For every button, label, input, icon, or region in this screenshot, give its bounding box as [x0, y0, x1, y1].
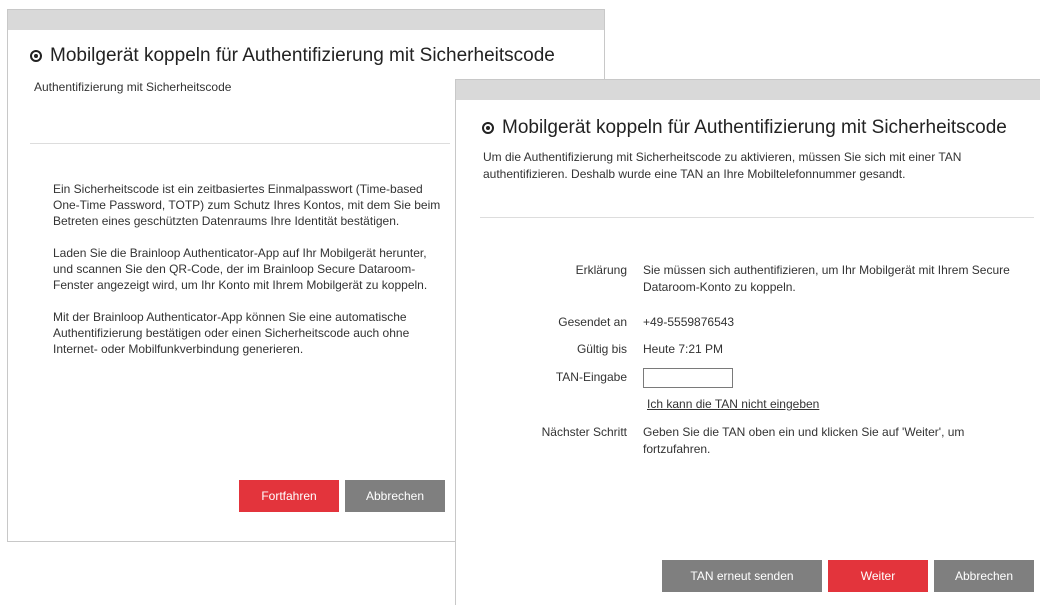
cannot-enter-tan-link[interactable]: Ich kann die TAN nicht eingeben: [647, 397, 819, 411]
next-step-label: Nächster Schritt: [541, 425, 627, 439]
dialog-front: Mobilgerät koppeln für Authentifizierung…: [455, 79, 1040, 605]
explanation-label: Erklärung: [575, 263, 627, 277]
dialog-front-title: Mobilgerät koppeln für Authentifizierung…: [482, 117, 1007, 139]
dialog-back-title: Mobilgerät koppeln für Authentifizierung…: [30, 45, 555, 67]
dialog-back-subtitle: Authentifizierung mit Sicherheitscode: [34, 80, 232, 94]
cancel-button-back[interactable]: Abbrechen: [345, 480, 445, 512]
next-button[interactable]: Weiter: [828, 560, 928, 592]
dialog-front-divider: [480, 217, 1034, 218]
resend-tan-button[interactable]: TAN erneut senden: [662, 560, 822, 592]
radio-target-icon: [482, 122, 494, 134]
explanation-value: Sie müssen sich authentifizieren, um Ihr…: [643, 263, 1010, 294]
dialog-front-header-bar: [456, 80, 1040, 100]
continue-button[interactable]: Fortfahren: [239, 480, 339, 512]
radio-target-icon: [30, 50, 42, 62]
dialog-front-title-text: Mobilgerät koppeln für Authentifizierung…: [502, 117, 1007, 138]
cancel-button-front[interactable]: Abbrechen: [934, 560, 1034, 592]
intro-paragraph-2: Laden Sie die Brainloop Authenticator-Ap…: [53, 246, 428, 292]
next-step-value: Geben Sie die TAN oben ein und klicken S…: [643, 425, 965, 456]
dialog-front-intro: Um die Authentifizierung mit Sicherheits…: [483, 150, 962, 181]
valid-until-value: Heute 7:21 PM: [643, 342, 724, 356]
sent-to-label: Gesendet an: [558, 315, 627, 329]
tan-label: TAN-Eingabe: [555, 370, 627, 384]
dialog-back-divider: [30, 143, 450, 144]
dialog-back-title-text: Mobilgerät koppeln für Authentifizierung…: [50, 45, 555, 66]
valid-until-label: Gültig bis: [576, 342, 627, 356]
intro-paragraph-3: Mit der Brainloop Authenticator-App könn…: [53, 310, 410, 356]
tan-input[interactable]: [643, 368, 733, 388]
intro-paragraph-1: Ein Sicherheitscode ist ein zeitbasierte…: [53, 182, 441, 228]
dialog-back-header-bar: [8, 10, 604, 30]
sent-to-value: +49-5559876543: [643, 315, 735, 329]
